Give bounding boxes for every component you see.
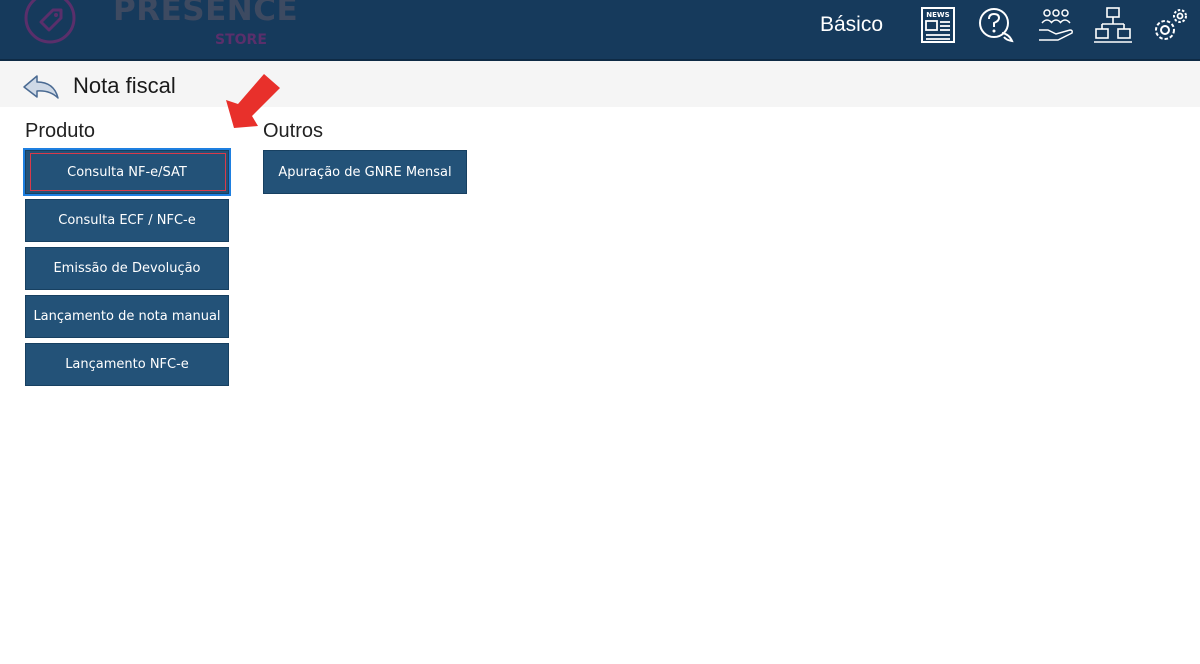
svg-text:NEWS: NEWS [926, 11, 949, 19]
lancamento-nota-manual-button[interactable]: Lançamento de nota manual [25, 295, 229, 338]
page-header: Nota fiscal [0, 61, 1200, 107]
lancamento-nfce-button[interactable]: Lançamento NFC-e [25, 343, 229, 386]
emissao-devolucao-button[interactable]: Emissão de Devolução [25, 247, 229, 290]
people-icon[interactable] [1036, 6, 1076, 46]
presence-logo-icon [24, 0, 76, 44]
logo-subtitle: STORE [215, 32, 267, 48]
help-icon[interactable] [976, 6, 1016, 46]
consulta-ecf-nfce-button[interactable]: Consulta ECF / NFC-e [25, 199, 229, 242]
annotation-arrow-icon [226, 74, 280, 128]
logo-wordmark: PRESENCE [113, 0, 299, 28]
network-icon[interactable] [1093, 6, 1133, 46]
apuracao-gnre-mensal-button[interactable]: Apuração de GNRE Mensal [263, 150, 467, 194]
gear-icon[interactable] [1150, 6, 1190, 46]
news-icon[interactable]: NEWS [918, 6, 958, 46]
top-bar: PRESENCE STORE Básico NEWS [0, 0, 1200, 61]
back-arrow-icon[interactable] [22, 73, 60, 101]
consulta-nfe-sat-button[interactable]: Consulta NF-e/SAT [23, 148, 231, 196]
page-title: Nota fiscal [73, 73, 176, 98]
section-title-produto: Produto [25, 120, 96, 142]
plan-label[interactable]: Básico [820, 13, 883, 37]
